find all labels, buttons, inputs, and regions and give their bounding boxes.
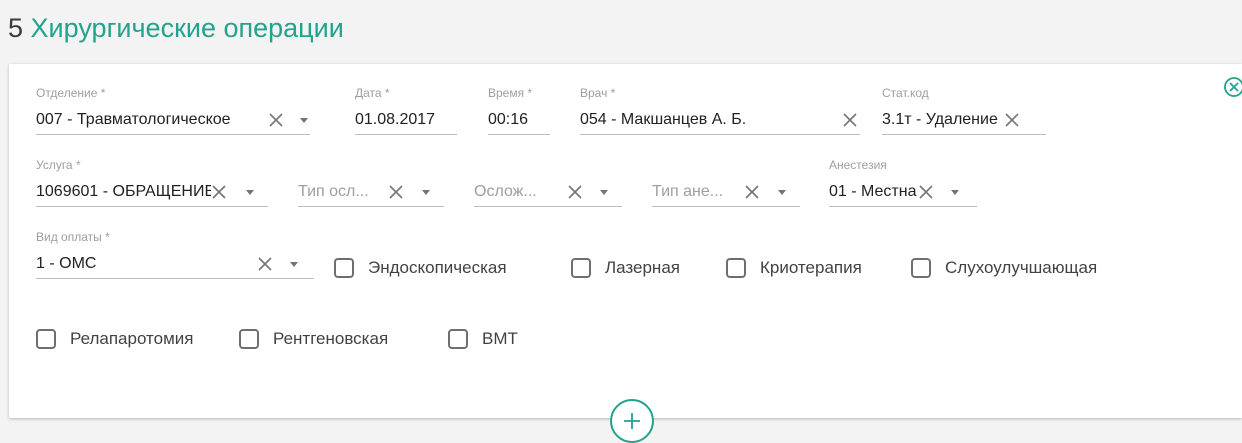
checkbox-vmt[interactable]: ВМТ — [448, 327, 518, 351]
close-icon[interactable] — [743, 183, 761, 201]
stat-code-label: Стат.код — [882, 86, 929, 100]
chevron-down-icon[interactable] — [290, 262, 298, 267]
checkbox-box[interactable] — [448, 329, 468, 349]
checkbox-box[interactable] — [571, 258, 591, 278]
close-circle-icon[interactable] — [1222, 75, 1242, 99]
anesthesia-type-placeholder: Тип ане... — [652, 183, 724, 200]
chevron-down-icon[interactable] — [300, 118, 308, 123]
close-icon[interactable] — [267, 111, 285, 129]
service-value: 1069601 - ОБРАЩЕНИЕ — [36, 183, 211, 200]
field-underline — [882, 134, 1046, 135]
field-underline — [298, 206, 444, 207]
section-number: 5 — [8, 13, 24, 43]
field-underline — [652, 206, 800, 207]
operation-card: Отделение * 007 - Травматологическое Дат… — [9, 64, 1242, 418]
field-underline — [488, 134, 550, 135]
department-value: 007 - Травматологическое — [36, 111, 231, 128]
date-value: 01.08.2017 — [355, 111, 436, 128]
checkbox-box[interactable] — [334, 258, 354, 278]
field-underline — [829, 206, 977, 207]
field-underline — [580, 134, 860, 135]
field-underline — [355, 134, 457, 135]
close-icon[interactable] — [210, 183, 228, 201]
checkbox-box[interactable] — [239, 329, 259, 349]
close-icon[interactable] — [917, 183, 935, 201]
checkbox-box[interactable] — [36, 329, 56, 349]
department-label: Отделение * — [36, 86, 106, 100]
checkbox-laser[interactable]: Лазерная — [571, 256, 680, 280]
checkbox-cryotherapy[interactable]: Криотерапия — [726, 256, 862, 280]
checkbox-hearing-improving[interactable]: Слухоулучшающая — [911, 256, 1097, 280]
chevron-down-icon[interactable] — [600, 190, 608, 195]
checkbox-endoscopic[interactable]: Эндоскопическая — [334, 256, 507, 280]
checkbox-relaparotomy[interactable]: Релапаротомия — [36, 327, 194, 351]
plus-circle-icon[interactable] — [610, 399, 654, 443]
field-underline — [474, 206, 622, 207]
complication-type-placeholder: Тип осл... — [298, 183, 369, 200]
close-icon[interactable] — [566, 183, 584, 201]
close-icon[interactable] — [387, 183, 405, 201]
chevron-down-icon[interactable] — [951, 190, 959, 195]
checkbox-label: ВМТ — [482, 329, 518, 348]
field-underline — [36, 278, 314, 279]
checkbox-label: Рентгеновская — [273, 329, 389, 348]
checkbox-box[interactable] — [911, 258, 931, 278]
field-underline — [36, 134, 310, 135]
stat-code-value: 3.1т - Удаление — [882, 111, 998, 128]
doctor-value: 054 - Макшанцев А. Б. — [580, 111, 747, 128]
chevron-down-icon[interactable] — [778, 190, 786, 195]
close-icon[interactable] — [1003, 111, 1021, 129]
chevron-down-icon[interactable] — [422, 190, 430, 195]
chevron-down-icon[interactable] — [246, 190, 254, 195]
payment-type-value: 1 - ОМС — [36, 255, 97, 272]
checkbox-label: Лазерная — [605, 258, 680, 277]
date-label: Дата * — [355, 86, 390, 100]
close-icon[interactable] — [841, 111, 859, 129]
section-name: Хирургические операции — [30, 13, 344, 43]
section-title: 5 Хирургические операции — [8, 10, 344, 46]
checkbox-label: Эндоскопическая — [368, 258, 507, 277]
checkbox-label: Релапаротомия — [70, 329, 194, 348]
checkbox-box[interactable] — [726, 258, 746, 278]
anesthesia-value: 01 - Местная — [829, 183, 917, 200]
time-value: 00:16 — [488, 111, 529, 128]
anesthesia-label: Анестезия — [829, 158, 887, 172]
doctor-label: Врач * — [580, 86, 616, 100]
complication-placeholder: Ослож... — [474, 183, 537, 200]
close-icon[interactable] — [256, 255, 274, 273]
time-label: Время * — [488, 86, 533, 100]
service-label: Услуга * — [36, 158, 81, 172]
field-underline — [36, 206, 268, 207]
checkbox-xray[interactable]: Рентгеновская — [239, 327, 388, 351]
checkbox-label: Слухоулучшающая — [945, 258, 1098, 277]
checkbox-label: Криотерапия — [760, 258, 862, 277]
payment-type-label: Вид оплаты * — [36, 230, 110, 244]
